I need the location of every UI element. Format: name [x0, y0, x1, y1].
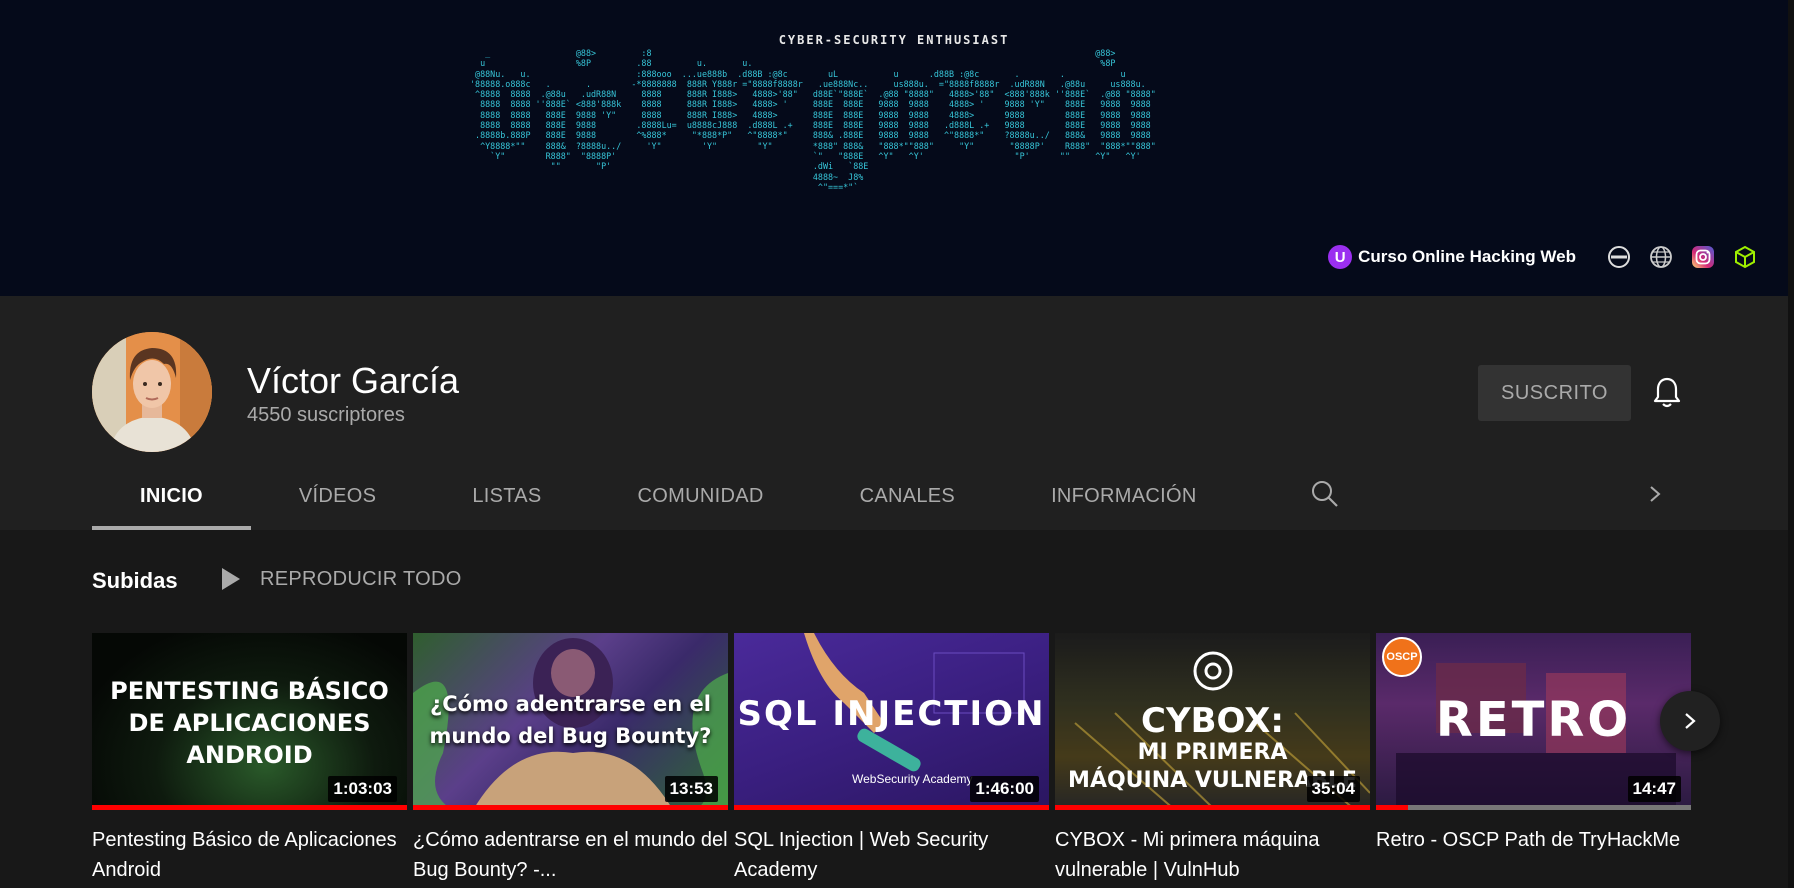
video-thumbnail[interactable]: OSCP RETRO 14:47 [1376, 633, 1691, 810]
video-thumbnail[interactable]: ¿Cómo adentrarse en el mundo del Bug Bou… [413, 633, 728, 810]
tab-canales[interactable]: CANALES [812, 462, 1003, 530]
play-all-label: REPRODUCIR TODO [260, 567, 462, 590]
search-icon[interactable] [1310, 479, 1340, 509]
tab-comunidad[interactable]: COMUNIDAD [590, 462, 812, 530]
play-all-button[interactable]: REPRODUCIR TODO [220, 566, 462, 592]
play-icon [222, 568, 240, 590]
subscriber-count: 4550 suscriptores [247, 404, 405, 426]
video-title[interactable]: Retro - OSCP Path de TryHackMe [1376, 825, 1691, 885]
video-thumbnail[interactable]: CYBOX: MI PRIMERA MÁQUINA VULNERABLE 35:… [1055, 633, 1370, 810]
channel-content: Subidas REPRODUCIR TODO PENTESTING BÁSIC… [0, 530, 1788, 888]
banner-tagline: CYBER-SECURITY ENTHUSIAST [778, 33, 1010, 47]
watch-progress-bar [92, 805, 407, 810]
course-link-label: Curso Online Hacking Web [1358, 247, 1576, 266]
tab-inicio[interactable]: INICIO [92, 462, 251, 530]
globe-icon[interactable] [1648, 244, 1674, 270]
tab-informacion[interactable]: INFORMACIÓN [1003, 462, 1245, 530]
video-duration: 13:53 [664, 776, 718, 802]
video-card[interactable]: ¿Cómo adentrarse en el mundo del Bug Bou… [413, 633, 728, 885]
watch-progress-bar [1376, 805, 1408, 810]
video-title[interactable]: Pentesting Básico de Aplicaciones Androi… [92, 825, 407, 885]
thumbnail-text: SQL INJECTION [737, 694, 1046, 734]
watch-progress-bar [734, 805, 1049, 810]
video-card[interactable]: CYBOX: MI PRIMERA MÁQUINA VULNERABLE 35:… [1055, 633, 1370, 885]
channel-tabs: INICIO VÍDEOS LISTAS COMUNIDAD CANALES I… [92, 462, 1245, 530]
chevron-right-icon[interactable] [1645, 479, 1665, 509]
oscp-badge: OSCP [1382, 637, 1422, 677]
channel-name: Víctor García [247, 360, 460, 401]
chevron-right-icon [1685, 713, 1696, 729]
video-duration: 1:03:03 [328, 776, 397, 802]
hacking-web-course-link[interactable]: U Curso Online Hacking Web [1328, 245, 1576, 269]
video-card[interactable]: SQL INJECTION WebSecurity Academy 1:46:0… [734, 633, 1049, 885]
shelf-title[interactable]: Subidas [92, 568, 178, 594]
notification-bell-icon[interactable] [1652, 376, 1682, 410]
course-logo-icon: U [1328, 245, 1353, 269]
thumbnail-logo-text: WebSecurity Academy [852, 772, 973, 786]
channel-banner: CYBER-SECURITY ENTHUSIAST _ @88> :8 @88>… [0, 0, 1788, 296]
video-title[interactable]: CYBOX - Mi primera máquina vulnerable | … [1055, 825, 1370, 885]
watch-progress-bar [413, 805, 728, 810]
video-duration: 14:47 [1627, 776, 1681, 802]
thumbnail-text: ¿Cómo adentrarse en el mundo del Bug Bou… [429, 692, 712, 748]
video-title[interactable]: ¿Cómo adentrarse en el mundo del Bug Bou… [413, 825, 728, 885]
thumbnail-text: PENTESTING BÁSICO DE APLICACIONES ANDROI… [110, 677, 389, 769]
thumbnail-text: RETRO [1435, 692, 1632, 748]
video-thumbnail[interactable]: SQL INJECTION WebSecurity Academy 1:46:0… [734, 633, 1049, 810]
subscribed-button[interactable]: SUSCRITO [1478, 365, 1631, 421]
video-shelf: PENTESTING BÁSICO DE APLICACIONES ANDROI… [92, 633, 1692, 888]
video-title[interactable]: SQL Injection | Web Security Academy [734, 825, 1049, 885]
watch-progress-bar [1055, 805, 1370, 810]
watch-progress-track [1376, 805, 1691, 810]
cube-icon[interactable] [1732, 244, 1758, 270]
video-duration: 35:04 [1306, 776, 1360, 802]
tab-listas[interactable]: LISTAS [424, 462, 589, 530]
video-card[interactable]: PENTESTING BÁSICO DE APLICACIONES ANDROI… [92, 633, 407, 885]
no-entry-icon[interactable] [1606, 244, 1632, 270]
video-card[interactable]: OSCP RETRO 14:47 Retro - OSCP Path de Tr… [1376, 633, 1691, 885]
channel-header: Víctor García 4550 suscriptores SUSCRITO… [0, 296, 1788, 530]
instagram-icon[interactable] [1690, 244, 1716, 270]
banner-ascii-art: _ @88> :8 @88> u %8P .88 u. u. %8P @88Nu… [470, 48, 1330, 248]
channel-avatar[interactable] [92, 332, 212, 452]
ascii-art-text: _ @88> :8 @88> u %8P .88 u. u. %8P @88Nu… [470, 48, 1156, 192]
carousel-next-button[interactable] [1660, 691, 1720, 751]
video-duration: 1:46:00 [970, 776, 1039, 802]
scrollbar-track [1788, 0, 1794, 888]
banner-links: U Curso Online Hacking Web [1328, 243, 1758, 271]
video-thumbnail[interactable]: PENTESTING BÁSICO DE APLICACIONES ANDROI… [92, 633, 407, 810]
tab-videos[interactable]: VÍDEOS [251, 462, 424, 530]
